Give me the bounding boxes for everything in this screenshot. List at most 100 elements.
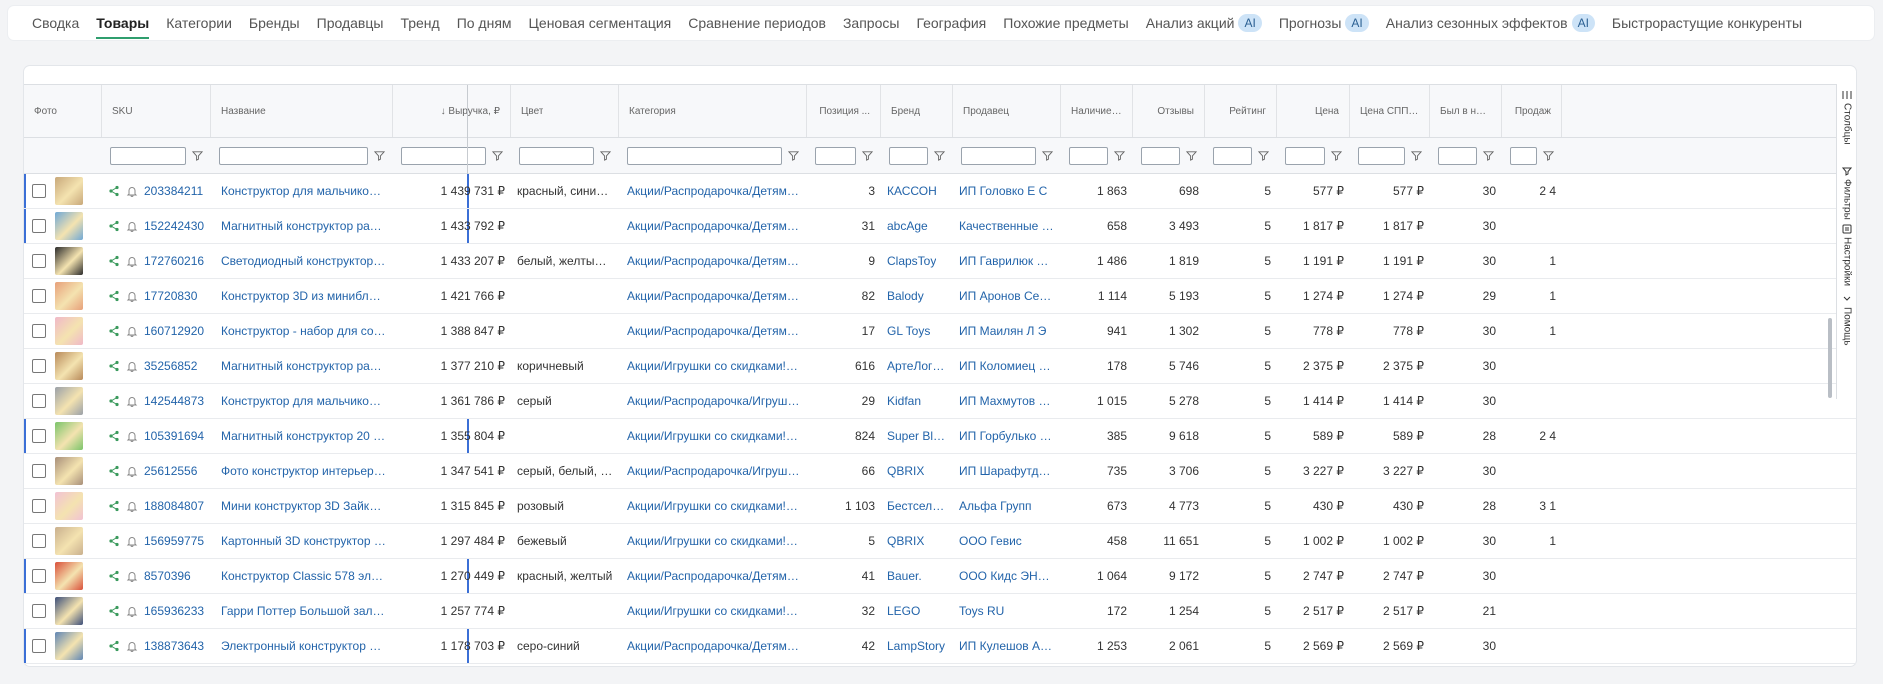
filter-input-rating[interactable] (1213, 146, 1252, 165)
sku-link[interactable]: 138873643 (144, 639, 204, 653)
product-thumbnail[interactable] (55, 247, 83, 275)
filter-input-color[interactable] (519, 146, 594, 165)
brand-value[interactable]: Бестселлер (887, 499, 947, 513)
cell-brand[interactable]: QBRIX (881, 454, 953, 488)
product-thumbnail[interactable] (55, 317, 83, 345)
filter-input-days[interactable] (1438, 146, 1477, 165)
seller-value[interactable]: ИП Кулешов Анд... (959, 639, 1055, 653)
seller-value[interactable]: Toys RU (959, 604, 1004, 618)
seller-value[interactable]: ИП Аронов Серге... (959, 289, 1055, 303)
name-value[interactable]: Фото конструктор интерьерный ... (221, 464, 387, 478)
brand-value[interactable]: АртеЛогика (887, 359, 947, 373)
cell-category[interactable]: Акции/Игрушки со скидками!/Дет... (619, 349, 807, 383)
column-header-sku[interactable]: SKU (102, 85, 211, 137)
table-row[interactable]: 35256852 Магнитный конструктор развива...… (24, 349, 1856, 384)
bell-icon[interactable] (126, 535, 138, 547)
tab-2[interactable]: Категории (166, 6, 232, 40)
tab-0[interactable]: Сводка (32, 6, 79, 40)
name-value[interactable]: Электронный конструктор для ма... (221, 639, 387, 653)
sku-link[interactable]: 152242430 (144, 219, 204, 233)
cell-category[interactable]: Акции/Распродарочка/Детям/Под... (619, 279, 807, 313)
bell-icon[interactable] (126, 290, 138, 302)
product-thumbnail[interactable] (55, 387, 83, 415)
filter-input-seller[interactable] (961, 146, 1036, 165)
name-value[interactable]: Картонный 3D конструктор интер... (221, 534, 387, 548)
share-icon[interactable] (108, 290, 120, 302)
seller-value[interactable]: ООО Кидс ЭНД КЭР (959, 569, 1055, 583)
filter-funnel-icon[interactable] (1114, 150, 1125, 161)
brand-value[interactable]: LEGO (887, 604, 920, 618)
row-checkbox[interactable] (32, 359, 46, 373)
tab-5[interactable]: Тренд (400, 6, 439, 40)
row-checkbox[interactable] (32, 324, 46, 338)
table-row[interactable]: 203384211 Конструктор для мальчиков дево.… (24, 174, 1856, 209)
product-thumbnail[interactable] (55, 632, 83, 660)
brand-value[interactable]: QBRIX (887, 534, 924, 548)
filter-funnel-icon[interactable] (492, 150, 503, 161)
name-value[interactable]: Магнитный конструктор 20 детал... (221, 429, 387, 443)
product-thumbnail[interactable] (55, 352, 83, 380)
name-value[interactable]: Мини конструктор 3D Зайка Май ... (221, 499, 387, 513)
seller-value[interactable]: ИП Горбулько Н В (959, 429, 1055, 443)
name-value[interactable]: Магнитный конструктор развива... (221, 219, 387, 233)
share-icon[interactable] (108, 220, 120, 232)
filter-funnel-icon[interactable] (1411, 150, 1422, 161)
table-row[interactable]: 25612556 Фото конструктор интерьерный ...… (24, 454, 1856, 489)
sku-link[interactable]: 105391694 (144, 429, 204, 443)
row-checkbox[interactable] (32, 394, 46, 408)
filter-input-revenue[interactable] (401, 146, 486, 165)
table-row[interactable]: 17720830 Конструктор 3D из миниблоков "..… (24, 279, 1856, 314)
filter-input-reviews[interactable] (1141, 146, 1180, 165)
table-row[interactable]: 138873643 Электронный конструктор для ма.… (24, 629, 1856, 664)
cell-brand[interactable]: LEGO (881, 594, 953, 628)
side-button-settings[interactable]: Настройки (1837, 224, 1857, 286)
bell-icon[interactable] (126, 570, 138, 582)
bell-icon[interactable] (126, 185, 138, 197)
brand-value[interactable]: QBRIX (887, 464, 924, 478)
table-row[interactable]: 156959775 Картонный 3D конструктор интер.… (24, 524, 1856, 559)
tab-13[interactable]: Прогнозы AI (1279, 6, 1369, 40)
column-header-days[interactable]: Был в нал... (1430, 85, 1502, 137)
category-value[interactable]: Акции/Распродарочка/Детям/Под... (627, 184, 801, 198)
cell-brand[interactable]: Balody (881, 279, 953, 313)
cell-seller[interactable]: Качественные Тов... (953, 209, 1061, 243)
cell-category[interactable]: Акции/Игрушки со скидками!/Дет... (619, 489, 807, 523)
cell-brand[interactable]: GL Toys (881, 314, 953, 348)
tab-11[interactable]: Похожие предметы (1003, 6, 1128, 40)
cell-brand[interactable]: Super Bloc... (881, 419, 953, 453)
table-row[interactable]: 160712920 Конструктор - набор для создани… (24, 314, 1856, 349)
product-thumbnail[interactable] (55, 527, 83, 555)
category-value[interactable]: Акции/Распродарочка/Детям/Под... (627, 289, 801, 303)
filter-funnel-icon[interactable] (1543, 150, 1554, 161)
product-thumbnail[interactable] (55, 177, 83, 205)
tab-14[interactable]: Анализ сезонных эффектов AI (1386, 6, 1595, 40)
category-value[interactable]: Акции/Распродарочка/Детям/Под... (627, 254, 801, 268)
brand-value[interactable]: Super Bloc... (887, 429, 947, 443)
tab-7[interactable]: Ценовая сегментация (529, 6, 672, 40)
cell-seller[interactable]: ИП Горбулько Н В (953, 419, 1061, 453)
column-header-brand[interactable]: Бренд (881, 85, 953, 137)
filter-funnel-icon[interactable] (1186, 150, 1197, 161)
sku-link[interactable]: 165936233 (144, 604, 204, 618)
row-checkbox[interactable] (32, 499, 46, 513)
column-header-sales[interactable]: Продаж (1502, 85, 1562, 137)
column-header-reviews[interactable]: Отзывы (1133, 85, 1205, 137)
sku-link[interactable]: 172760216 (144, 254, 204, 268)
category-value[interactable]: Акции/Распродарочка/Детям/Под... (627, 324, 801, 338)
cell-name[interactable]: Фото конструктор интерьерный ... (211, 454, 393, 488)
seller-value[interactable]: ИП Шарафутдино... (959, 464, 1055, 478)
cell-category[interactable]: Акции/Распродарочка/Детям/Под... (619, 559, 807, 593)
filter-input-name[interactable] (219, 146, 368, 165)
bell-icon[interactable] (126, 325, 138, 337)
filter-funnel-icon[interactable] (862, 150, 873, 161)
share-icon[interactable] (108, 360, 120, 372)
cell-brand[interactable]: QBRIX (881, 524, 953, 558)
name-value[interactable]: Магнитный конструктор развива... (221, 359, 387, 373)
filter-funnel-icon[interactable] (788, 150, 799, 161)
name-value[interactable]: Конструктор Classic 578 элементов (221, 569, 387, 583)
cell-brand[interactable]: АртеЛогика (881, 349, 953, 383)
sku-link[interactable]: 8570396 (144, 569, 191, 583)
cell-name[interactable]: Мини конструктор 3D Зайка Май ... (211, 489, 393, 523)
filter-input-category[interactable] (627, 146, 782, 165)
seller-value[interactable]: Качественные Тов... (959, 219, 1055, 233)
